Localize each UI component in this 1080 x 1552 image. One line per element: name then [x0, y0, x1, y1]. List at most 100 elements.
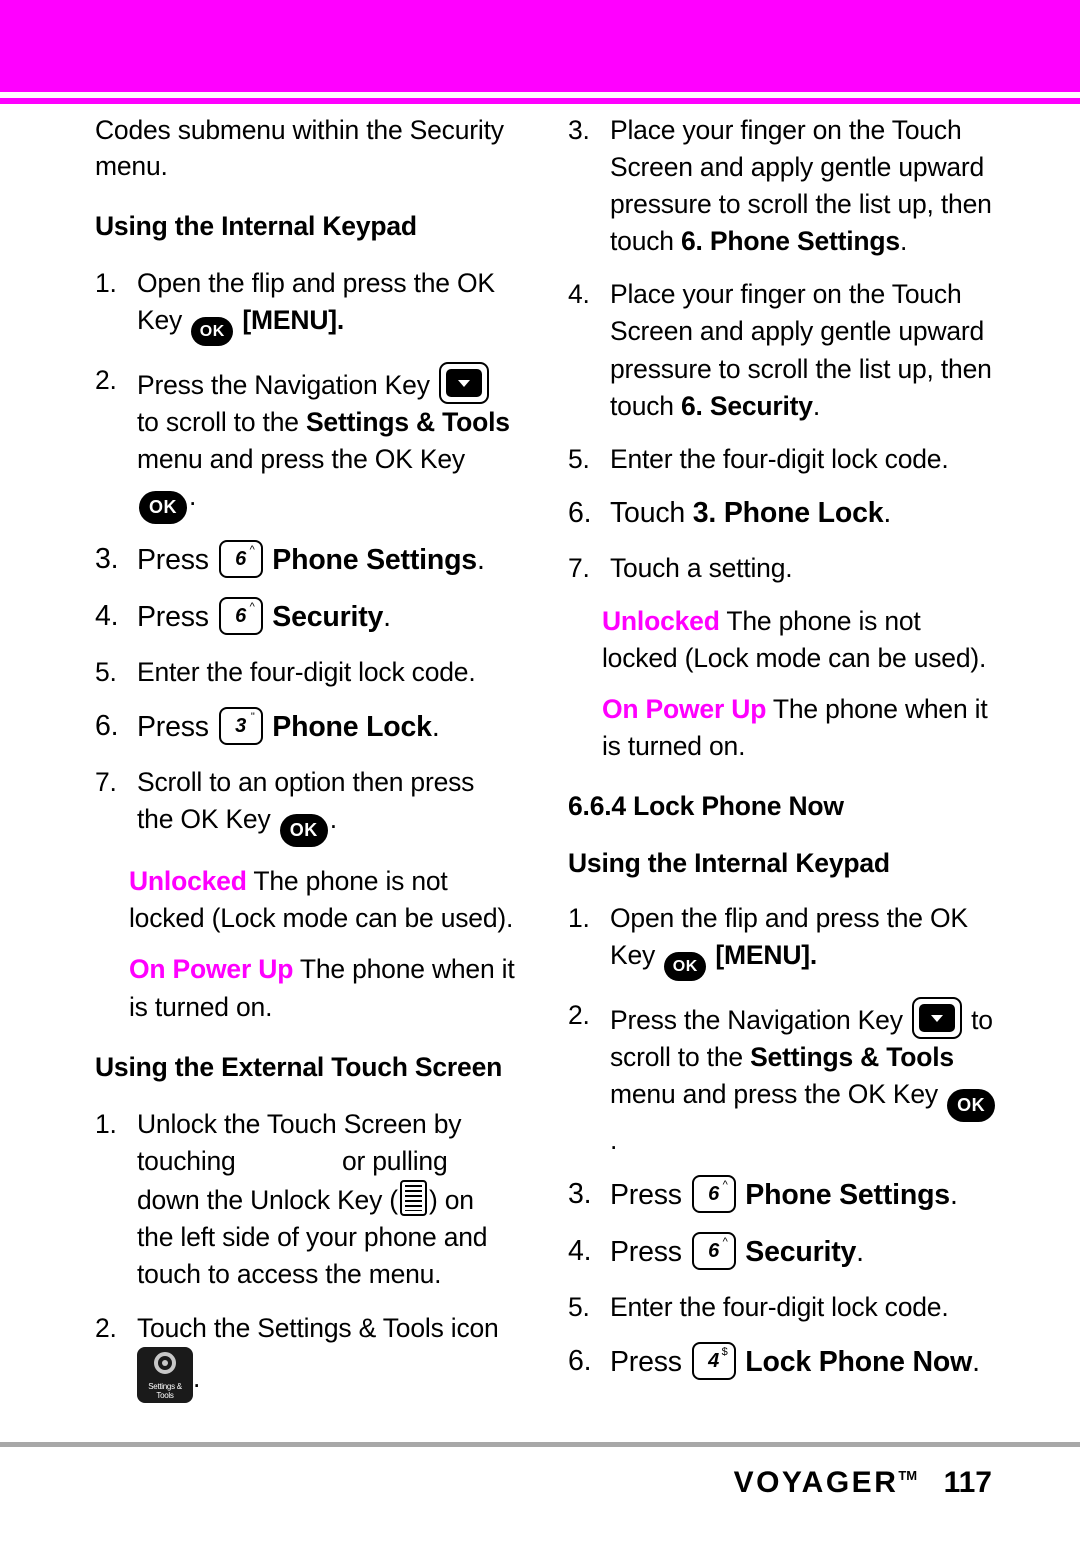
step-text: Touch: [610, 496, 686, 529]
step-number: 4.: [95, 600, 119, 633]
step-item: 3. Place your finger on the Touch Screen…: [568, 112, 998, 260]
step-number: 6.: [568, 1345, 592, 1378]
step-text-bold: Phone Settings: [272, 544, 477, 577]
step-text-bold: Settings & Tools: [750, 1042, 954, 1073]
ok-key-icon: OK: [947, 1089, 996, 1123]
step-text: Press: [137, 544, 209, 577]
settings-and-tools-icon: Settings & Tools: [137, 1346, 193, 1403]
step-text: to scroll to the: [137, 407, 299, 438]
step-text-bold: Security: [272, 601, 384, 634]
option-unlocked: Unlocked The phone is not locked (Lock m…: [129, 863, 515, 937]
step-number: 6.: [568, 496, 592, 529]
step-text: Enter the four-digit lock code.: [610, 443, 949, 474]
heading-using-internal-keypad: Using the Internal Keypad: [95, 210, 417, 241]
step-text: .: [431, 711, 440, 744]
top-magenta-rule: [0, 98, 1080, 104]
key-4-icon: 4 $: [691, 1342, 736, 1381]
step-text: .: [329, 804, 337, 835]
step-number: 3.: [95, 543, 119, 576]
left-column: Codes submenu within the Security menu. …: [95, 112, 515, 1419]
step-text: Press the Navigation Key: [137, 370, 430, 401]
step-text-bold: Lock Phone Now: [745, 1346, 973, 1379]
step-item: 2. Press the Navigation Key to scroll to…: [95, 362, 515, 525]
step-item: 2. Touch the Settings & Tools icon Setti…: [95, 1310, 515, 1403]
step-number: 6.: [95, 710, 119, 743]
intro-paragraph: Codes submenu within the Security menu.: [95, 115, 504, 182]
step-item: 4. Press 6 ^ Security.: [95, 597, 515, 638]
step-number: 2.: [568, 1000, 590, 1031]
step-text-bold: 6. Phone Settings: [681, 226, 900, 257]
key-6-icon: 6 ^: [218, 597, 263, 636]
step-item: 3. Press 6 ^ Phone Settings.: [95, 540, 515, 581]
option-label-on-power-up: On Power Up: [129, 954, 294, 985]
step-text-bold: Security: [745, 1236, 857, 1269]
step-text: Press: [137, 711, 209, 744]
key-3-icon: 3 ": [218, 707, 263, 746]
key-6-icon: 6 ^: [691, 1175, 736, 1214]
heading-using-internal-keypad: Using the Internal Keypad: [568, 847, 890, 878]
step-text: .: [383, 601, 391, 634]
heading-using-external-touch-screen: Using the External Touch Screen: [95, 1051, 503, 1082]
key-6-icon: 6 ^: [691, 1232, 736, 1271]
trademark-symbol: TM: [898, 1468, 918, 1483]
key-6-icon: 6 ^: [218, 540, 263, 579]
step-number: 4.: [568, 1235, 592, 1268]
step-item: 6. Touch 3. Phone Lock.: [568, 494, 998, 534]
unlock-key-icon: [399, 1180, 427, 1217]
step-number: 1.: [568, 903, 590, 934]
step-text: .: [972, 1346, 980, 1379]
navigation-key-icon: [438, 362, 489, 405]
ok-key-icon: OK: [139, 491, 187, 525]
step-text-bold: 6. Security: [681, 390, 813, 421]
option-label-on-power-up: On Power Up: [602, 694, 767, 725]
step-text: .: [610, 1125, 618, 1156]
step-text: Press: [610, 1179, 682, 1212]
option-label-unlocked: Unlocked: [602, 605, 720, 636]
step-text-bold: [MENU].: [715, 940, 818, 971]
step-number: 1.: [95, 268, 117, 299]
page-number: 117: [943, 1466, 992, 1499]
option-on-power-up: On Power Up The phone when it is turned …: [129, 951, 515, 1025]
ok-key-icon: OK: [664, 952, 707, 982]
step-item: 5. Enter the four-digit lock code.: [568, 1289, 998, 1326]
step-number: 7.: [568, 552, 590, 583]
step-text-bold: [MENU].: [242, 305, 345, 336]
step-number: 2.: [95, 1312, 117, 1343]
section-heading-lock-phone-now: 6.6.4 Lock Phone Now: [568, 791, 844, 822]
step-item: 4. Press 6 ^ Security.: [568, 1232, 998, 1273]
step-text: Enter the four-digit lock code.: [610, 1292, 949, 1323]
page-content: Codes submenu within the Security menu. …: [0, 112, 1080, 1412]
step-item: 7. Scroll to an option then press the OK…: [95, 764, 515, 848]
step-item: 7. Touch a setting.: [568, 550, 998, 587]
step-number: 3.: [568, 1178, 592, 1211]
step-text: Touch a setting.: [610, 552, 793, 583]
step-text: Enter the four-digit lock code.: [137, 657, 476, 688]
step-item: 2. Press the Navigation Key to scroll to…: [568, 997, 998, 1159]
step-text-bold: Settings & Tools: [305, 407, 510, 438]
step-text: .: [193, 1362, 201, 1393]
step-text: Press: [610, 1236, 682, 1269]
step-text: .: [476, 544, 485, 577]
step-text: menu and press the OK Key: [137, 444, 465, 475]
step-text: .: [883, 496, 892, 529]
step-number: 5.: [568, 443, 590, 474]
step-text-bold: Phone Settings: [745, 1179, 950, 1212]
step-text: .: [899, 226, 908, 257]
navigation-key-icon: [911, 997, 962, 1040]
step-text: .: [949, 1179, 958, 1212]
option-label-unlocked: Unlocked: [129, 866, 247, 897]
step-number: 5.: [568, 1292, 590, 1323]
step-number: 1.: [95, 1109, 117, 1140]
step-item: 1. Open the flip and press the OK Key OK…: [568, 900, 998, 982]
step-item: 5. Enter the four-digit lock code.: [568, 441, 998, 478]
step-text: .: [189, 481, 197, 512]
step-item: 3. Press 6 ^ Phone Settings.: [568, 1175, 998, 1216]
step-number: 3.: [568, 115, 590, 145]
step-text: Press the Navigation Key: [610, 1005, 903, 1036]
option-on-power-up: On Power Up The phone when it is turned …: [602, 691, 998, 765]
step-item: 5. Enter the four-digit lock code.: [95, 654, 515, 691]
step-text: Press: [610, 1346, 682, 1379]
step-number: 7.: [95, 767, 117, 798]
step-text: .: [812, 390, 821, 421]
top-magenta-band: [0, 0, 1080, 92]
